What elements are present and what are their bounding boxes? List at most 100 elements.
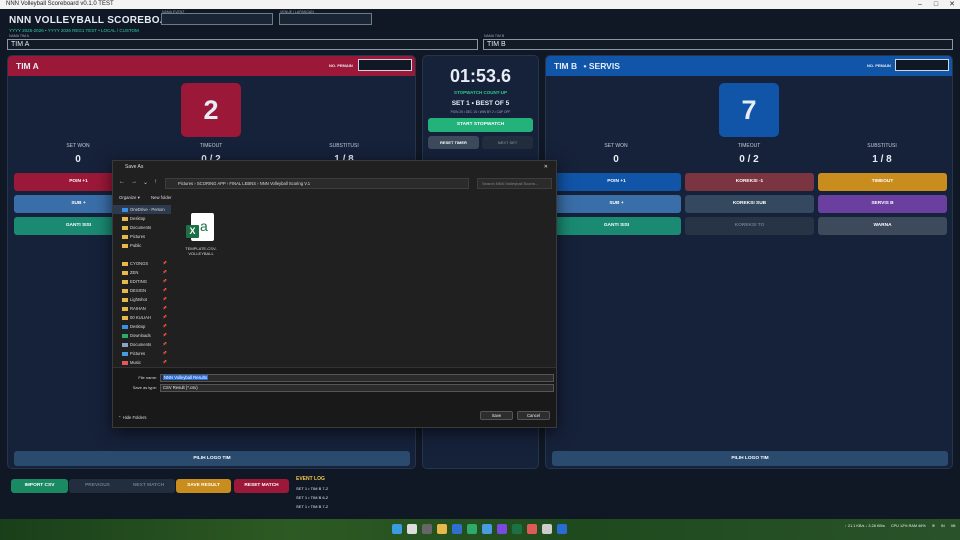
breadcrumb-item[interactable]: FINAL LEBNS <box>229 181 256 186</box>
back-icon[interactable]: ← <box>119 179 125 185</box>
save-result-button[interactable]: SAVE RESULT <box>176 479 231 493</box>
reset-match-button[interactable]: RESET MATCH <box>234 479 289 493</box>
sidebar-item[interactable]: Lightshot <box>130 297 147 302</box>
team-b-correction-sub-button[interactable]: KOREKSI SUB <box>685 195 814 213</box>
breadcrumb-item[interactable]: NNN Volleyball Scoring V.1 <box>260 181 310 186</box>
sidebar-item[interactable]: Documents <box>130 342 151 347</box>
team-b-name-label: NAMA TIM B <box>484 34 505 38</box>
file-item[interactable]: aX TEMPLATE-CSV-VOLLEYBALL <box>181 213 221 256</box>
venue-input[interactable] <box>279 13 372 25</box>
team-b-logo-button[interactable]: PILIH LOGO TIM <box>552 451 948 466</box>
event-name-input[interactable] <box>161 13 273 25</box>
chevron-down-icon[interactable]: ⌄ <box>143 179 148 186</box>
breadcrumb-item[interactable]: Pictures <box>178 181 193 186</box>
team-b-correction-to-button[interactable]: KOREKSI TO <box>685 217 814 235</box>
folder-icon <box>122 270 128 275</box>
sidebar-item[interactable]: DESIGN <box>130 288 146 293</box>
folder-icon <box>122 288 128 293</box>
folder-icon <box>122 243 128 248</box>
breadcrumb-item[interactable]: SCORING APP <box>197 181 226 186</box>
previous-button[interactable]: PREVIOUS <box>69 479 126 493</box>
window-titlebar: NNN Volleyball Scoreboard v0.1.0 TEST – □… <box>0 0 960 9</box>
dialog-close-icon[interactable]: ✕ <box>544 161 548 174</box>
sidebar-item[interactable]: Downloads <box>130 333 151 338</box>
hide-folders-toggle[interactable]: ⌃ Hide Folders <box>118 415 146 420</box>
team-b-serve-button[interactable]: SERVIS B <box>818 195 947 213</box>
filename-input[interactable]: NNN Volleyball Results <box>160 374 554 382</box>
team-b-timeout-button[interactable]: TIMEOUT <box>818 173 947 191</box>
file-explorer-icon[interactable] <box>437 524 447 534</box>
sidebar-item[interactable]: CYONGS <box>130 261 148 266</box>
file-list: aX TEMPLATE-CSV-VOLLEYBALL <box>173 205 556 367</box>
app-icon[interactable] <box>497 524 507 534</box>
language-indicator[interactable]: IN <box>941 524 945 528</box>
reset-timer-button[interactable]: RESET TIMER <box>428 136 479 149</box>
up-icon[interactable]: ↑ <box>154 179 157 185</box>
organize-button[interactable]: Organize ▾ <box>119 195 140 200</box>
app-subtitle: YYYY 2025-2026 • YYYY 2026 REG1 TEST • L… <box>9 28 139 33</box>
team-b-color-button[interactable]: WARNA <box>818 217 947 235</box>
excel-icon[interactable] <box>512 524 522 534</box>
vscode-icon[interactable] <box>557 524 567 534</box>
downloads-icon <box>122 333 128 338</box>
close-icon[interactable]: ✕ <box>944 0 960 9</box>
dialog-save-button[interactable]: Save <box>480 411 513 420</box>
team-b-timeout-value: 0 / 2 <box>739 154 759 165</box>
team-a-name-input[interactable]: TIM A <box>7 39 478 50</box>
filename-value: NNN Volleyball Results <box>163 375 209 380</box>
sidebar-item[interactable]: Music <box>130 360 141 365</box>
timer-mode: STOPWATCH COUNT-UP <box>453 90 508 95</box>
sidebar-item[interactable]: OneDrive - Person <box>130 207 165 212</box>
chrome-icon[interactable] <box>467 524 477 534</box>
next-match-button[interactable]: NEXT MATCH <box>122 479 175 493</box>
sidebar-item[interactable]: ZEN <box>130 270 138 275</box>
team-a-player-no-input[interactable] <box>358 59 412 71</box>
team-b-panel: TIM B • SERVIS NO. PEMAIN 7 SET WON 0 TI… <box>545 55 953 469</box>
search-icon[interactable] <box>407 524 417 534</box>
app-icon[interactable] <box>527 524 537 534</box>
sidebar-item[interactable]: 00 KULIAH <box>130 315 151 320</box>
team-b-name-input[interactable]: TIM B <box>483 39 953 50</box>
dialog-search-input[interactable]: Search NNN Volleyball Scorin... <box>477 178 552 189</box>
pin-icon: 📌 <box>162 333 167 337</box>
sidebar-item[interactable]: Public <box>130 243 141 248</box>
dialog-toolbar: Organize ▾ New folder <box>119 195 172 201</box>
music-icon <box>122 360 128 365</box>
import-csv-button[interactable]: IMPORT CSV <box>11 479 68 493</box>
sidebar-item[interactable]: Pictures <box>130 351 145 356</box>
start-icon[interactable] <box>392 524 402 534</box>
pin-icon: 📌 <box>162 270 167 274</box>
forward-icon[interactable]: → <box>131 179 137 185</box>
address-bar[interactable]: Pictures › SCORING APP › FINAL LEBNS › N… <box>165 178 469 189</box>
edge-icon[interactable] <box>452 524 462 534</box>
sidebar-item[interactable]: Desktop <box>130 216 145 221</box>
maximize-icon[interactable]: □ <box>928 0 944 9</box>
team-b-point-button[interactable]: POIN +1 <box>552 173 681 191</box>
team-b-title: TIM B <box>554 61 578 71</box>
team-b-sub-button[interactable]: SUB + <box>552 195 681 213</box>
sidebar-item[interactable]: RAIHAN <box>130 306 146 311</box>
app-icon[interactable] <box>542 524 552 534</box>
team-a-logo-button[interactable]: PILIH LOGO TIM <box>14 451 410 466</box>
team-b-switch-button[interactable]: GANTI SISI <box>552 217 681 235</box>
team-b-player-no-input[interactable] <box>895 59 949 71</box>
start-stopwatch-button[interactable]: START STOPWATCH <box>428 118 533 132</box>
clock[interactable]: 08: <box>951 524 956 528</box>
sidebar-item[interactable]: Documents <box>130 225 151 230</box>
wifi-icon[interactable]: ≋ <box>932 523 935 528</box>
save-type-select[interactable]: CSV Result (*.csv) <box>160 384 554 392</box>
store-icon[interactable] <box>482 524 492 534</box>
timer-display: 01:53.6 <box>449 66 512 86</box>
next-set-button[interactable]: NEXT SET <box>482 136 533 149</box>
task-view-icon[interactable] <box>422 524 432 534</box>
sidebar-item[interactable]: EDITING <box>130 279 147 284</box>
new-folder-button[interactable]: New folder <box>151 195 172 200</box>
team-a-player-no-label: NO. PEMAIN <box>329 63 353 68</box>
pin-icon: 📌 <box>162 342 167 346</box>
sidebar-item[interactable]: Desktop <box>130 324 145 329</box>
team-b-correction-button[interactable]: KOREKSI -1 <box>685 173 814 191</box>
dialog-cancel-button[interactable]: Cancel <box>517 411 550 420</box>
sidebar-item[interactable]: Pictures <box>130 234 145 239</box>
folder-icon <box>122 279 128 284</box>
minimize-icon[interactable]: – <box>912 0 928 9</box>
